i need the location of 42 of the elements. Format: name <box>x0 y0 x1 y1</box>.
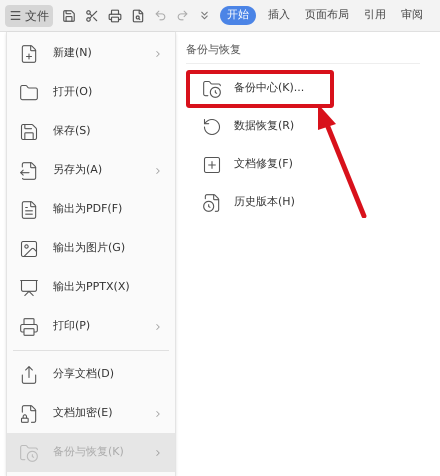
menu-item[interactable]: 另存为(A) <box>7 151 175 190</box>
menu-item[interactable]: 打印(P) <box>7 307 175 346</box>
ribbon-tab[interactable]: 引用 <box>361 7 389 24</box>
ribbon-tab[interactable]: 页面布局 <box>302 7 352 24</box>
menu-icon <box>9 9 22 22</box>
file-clock-icon <box>202 192 222 212</box>
menu-item[interactable]: 输出为图片(G) <box>7 229 175 268</box>
submenu-item[interactable]: 文档修复(F) <box>186 146 334 184</box>
square-plus-icon <box>202 154 222 174</box>
save-icon[interactable] <box>62 8 76 22</box>
submenu-title: 备份与恢复 <box>186 42 420 64</box>
folder-clock-icon <box>202 78 222 98</box>
menu-item[interactable]: 文档加密(E) <box>7 394 175 433</box>
ribbon-tab[interactable]: 审阅 <box>398 7 426 24</box>
folder-clock-icon <box>19 442 39 462</box>
share-icon <box>19 364 39 384</box>
file-plus-icon <box>19 44 39 64</box>
ribbon-tab[interactable]: 插入 <box>265 7 293 24</box>
printer-icon[interactable] <box>108 8 122 22</box>
image-icon <box>19 238 39 258</box>
menu-item[interactable]: 新建(N) <box>7 34 175 73</box>
folder-icon <box>19 82 39 102</box>
menu-item[interactable]: 分享文档(D) <box>7 355 175 394</box>
menu-item[interactable]: 输出为PPTX(X) <box>7 268 175 307</box>
printer-icon <box>19 316 39 336</box>
file-menu-button[interactable]: 文件 <box>5 4 53 26</box>
file-icon <box>19 200 39 220</box>
print-preview-icon[interactable] <box>131 8 145 22</box>
scissors-icon[interactable] <box>85 8 99 22</box>
menu-item[interactable]: 输出为PDF(F) <box>7 190 175 229</box>
submenu-item[interactable]: 历史版本(H) <box>186 184 334 222</box>
submenu-item[interactable]: 数据恢复(R) <box>186 108 334 146</box>
menu-item[interactable]: 保存(S) <box>7 112 175 151</box>
rotate-icon <box>202 116 222 136</box>
ribbon-tab[interactable]: 开始 <box>220 6 256 25</box>
more-icon[interactable] <box>198 9 211 22</box>
file-lock-icon <box>19 404 39 424</box>
submenu-item[interactable]: 备份中心(K)... <box>186 70 334 108</box>
menu-item[interactable]: 打开(O) <box>7 73 175 112</box>
file-arrow-icon <box>19 160 39 180</box>
presentation-icon <box>19 278 39 298</box>
save-icon <box>19 122 39 142</box>
